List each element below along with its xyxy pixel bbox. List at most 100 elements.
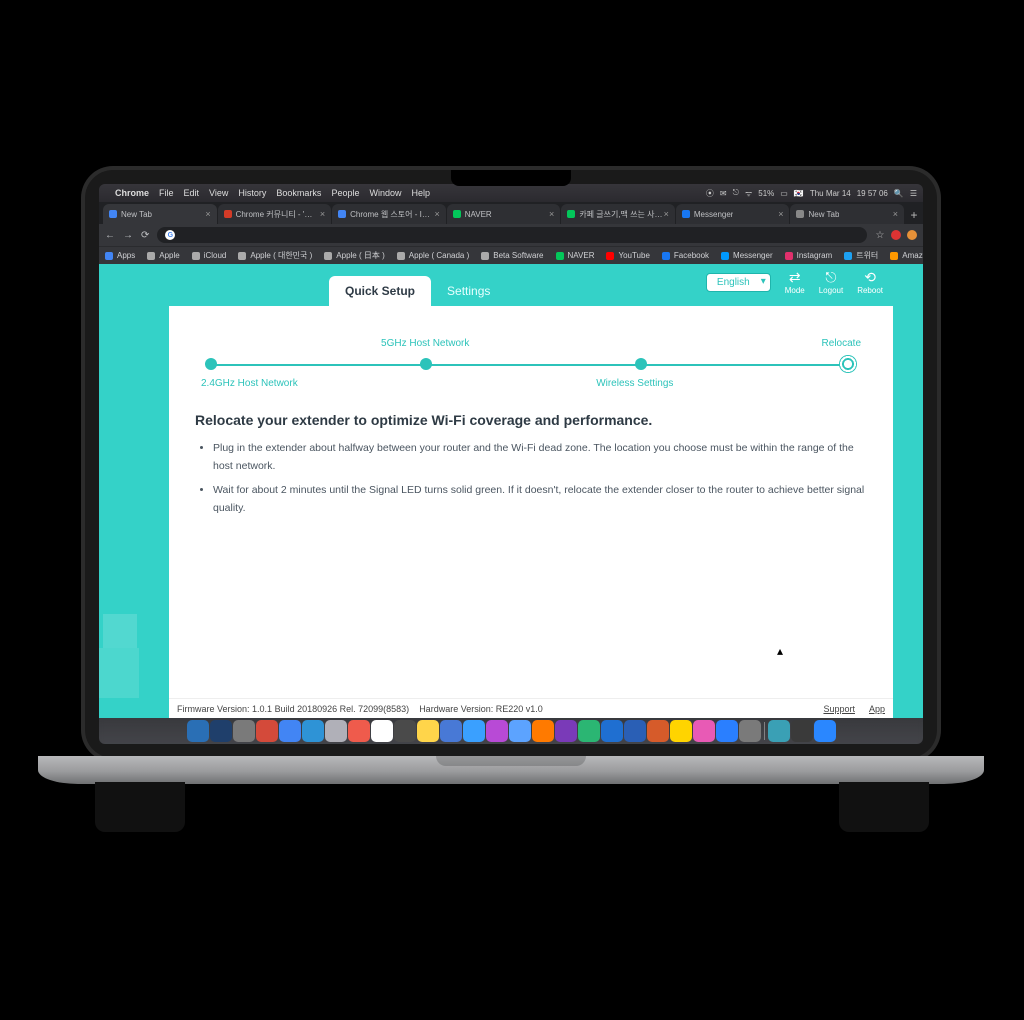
dock-app-icon[interactable] [670,720,692,742]
step-node-2[interactable] [420,358,432,370]
support-link[interactable]: Support [823,704,855,714]
dock-app-icon[interactable] [791,720,813,742]
status-icon[interactable]: ⦿ [706,188,714,199]
battery-icon[interactable]: ▭ [780,189,788,198]
mode-button[interactable]: ⇄ Mode [785,270,805,295]
browser-tab[interactable]: 카페 글쓰기,맥 쓰는 사…× [561,204,675,224]
dock-app-icon[interactable] [624,720,646,742]
bookmark-item[interactable]: Facebook [662,251,709,260]
language-select[interactable]: English [706,273,771,292]
bookmark-item[interactable]: iCloud [192,251,227,260]
dock-app-icon[interactable] [578,720,600,742]
browser-tab[interactable]: Chrome 커뮤니티 - '…× [218,204,332,224]
browser-tab[interactable]: New Tab× [103,204,217,224]
close-icon[interactable]: × [205,209,210,219]
list-item: Wait for about 2 minutes until the Signa… [213,482,867,518]
favicon-icon [338,210,346,218]
dock-app-icon[interactable] [417,720,439,742]
step-node-3[interactable] [635,358,647,370]
bookmark-item[interactable]: Instagram [785,251,833,260]
bookmark-item[interactable]: Apple ( 대한민국 ) [238,250,312,261]
status-icon[interactable]: ✉︎ [720,189,727,198]
bookmark-item[interactable]: NAVER [556,251,595,260]
dock-app-icon[interactable] [463,720,485,742]
status-icon[interactable]: ⎋ [733,188,739,198]
close-icon[interactable]: × [664,209,669,219]
bookmark-item[interactable]: Beta Software [481,251,543,260]
close-icon[interactable]: × [434,209,439,219]
menu-view[interactable]: View [209,188,228,198]
logout-button[interactable]: ⎋ Logout [819,270,843,295]
dock-app-icon[interactable] [279,720,301,742]
menu-history[interactable]: History [238,188,266,198]
dock-app-icon[interactable] [739,720,761,742]
extension-icon[interactable] [891,230,901,240]
hw-value: RE220 v1.0 [496,704,543,714]
dock-app-icon[interactable] [647,720,669,742]
app-link[interactable]: App [869,704,885,714]
dock-app-icon[interactable] [532,720,554,742]
dock-app-icon[interactable] [814,720,836,742]
bookmark-item[interactable]: Amazon [890,251,923,260]
dock-app-icon[interactable] [210,720,232,742]
dock-app-icon[interactable] [440,720,462,742]
dock-app-icon[interactable] [348,720,370,742]
menu-help[interactable]: Help [411,188,430,198]
close-icon[interactable]: × [778,209,783,219]
controlcenter-icon[interactable]: ☰ [910,189,917,198]
forward-button[interactable]: → [123,230,133,241]
browser-tab[interactable]: Chrome 웹 스토어 - I…× [332,204,446,224]
reload-button[interactable]: ⟳ [141,230,149,241]
app-name[interactable]: Chrome [115,188,149,198]
dock-app-icon[interactable] [509,720,531,742]
favicon-icon [224,210,232,218]
dock-app-icon[interactable] [693,720,715,742]
dock-app-icon[interactable] [325,720,347,742]
dock-app-icon[interactable] [601,720,623,742]
browser-tab[interactable]: Messenger × [676,204,790,224]
dock-app-icon[interactable] [394,720,416,742]
tab-quick-setup[interactable]: Quick Setup [329,276,431,306]
dock-app-icon[interactable] [716,720,738,742]
close-icon[interactable]: × [320,209,325,219]
bookmark-item[interactable]: YouTube [606,251,649,260]
menu-edit[interactable]: Edit [184,188,200,198]
bookmark-item[interactable]: Messenger [721,251,773,260]
address-bar[interactable]: G [157,227,867,243]
dock-app-icon[interactable] [256,720,278,742]
dock-app-icon[interactable] [371,720,393,742]
bookmark-item[interactable]: Apps [105,251,135,260]
step-node-1[interactable] [205,358,217,370]
reboot-button[interactable]: ⟲ Reboot [857,270,883,295]
bookmark-item[interactable]: Apple [147,251,179,260]
menu-file[interactable]: File [159,188,174,198]
dock-app-icon[interactable] [302,720,324,742]
step-node-4-current[interactable] [839,355,857,373]
laptop-frame: Chrome File Edit View History Bookmarks … [85,170,937,758]
profile-icon[interactable] [907,230,917,240]
dock-app-icon[interactable] [555,720,577,742]
search-icon[interactable]: 🔍 [894,189,904,198]
menu-window[interactable]: Window [369,188,401,198]
close-icon[interactable]: × [549,209,554,219]
dock-app-icon[interactable] [187,720,209,742]
bookmark-item[interactable]: Apple ( Canada ) [397,251,469,260]
browser-tab[interactable]: NAVER× [447,204,561,224]
menu-bookmarks[interactable]: Bookmarks [276,188,321,198]
menu-people[interactable]: People [331,188,359,198]
tab-label: Messenger [694,210,734,219]
browser-tab[interactable]: New Tab× [790,204,904,224]
close-icon[interactable]: × [893,209,898,219]
back-button[interactable]: ← [105,230,115,241]
dock-app-icon[interactable] [768,720,790,742]
bookmark-item[interactable]: Apple ( 日本 ) [324,250,384,261]
bookmark-star-icon[interactable]: ☆ [875,230,885,240]
wifi-icon[interactable]: ᯤ [745,188,752,199]
dock-app-icon[interactable] [486,720,508,742]
flag-icon[interactable]: 🇰🇷 [794,189,804,198]
decoration [99,648,139,698]
bookmark-item[interactable]: 트위터 [844,250,878,261]
dock-app-icon[interactable] [233,720,255,742]
new-tab-button[interactable]: + [905,206,923,224]
tab-settings[interactable]: Settings [431,276,506,306]
